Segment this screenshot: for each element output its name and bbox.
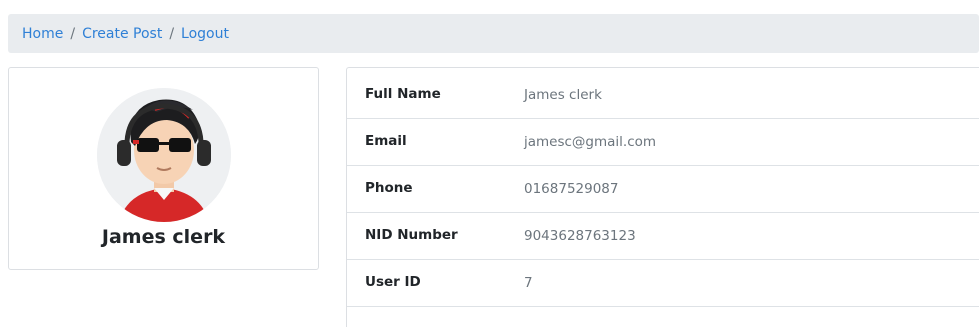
detail-row-user-id: User ID 7	[347, 256, 979, 303]
detail-value: jamesc@gmail.com	[524, 134, 657, 150]
avatar-icon	[97, 88, 231, 222]
detail-value: James clerk	[524, 87, 602, 103]
detail-value: 9043628763123	[524, 228, 636, 244]
profile-name: James clerk	[101, 226, 226, 248]
detail-value: 01687529087	[524, 181, 619, 197]
breadcrumb-home-link[interactable]: Home	[22, 26, 63, 42]
breadcrumb-logout-link[interactable]: Logout	[181, 26, 229, 42]
breadcrumb: Home / Create Post / Logout	[8, 14, 979, 53]
row-divider	[347, 306, 979, 307]
breadcrumb-separator: /	[169, 25, 175, 42]
detail-row-email: Email jamesc@gmail.com	[347, 115, 979, 162]
profile-card: James clerk	[8, 67, 319, 270]
user-details-table: Full Name James clerk Email jamesc@gmail…	[346, 67, 979, 327]
detail-label: NID Number	[365, 227, 458, 243]
avatar	[97, 88, 231, 222]
breadcrumb-create-post-link[interactable]: Create Post	[82, 26, 162, 42]
detail-row-nid-number: NID Number 9043628763123	[347, 209, 979, 256]
detail-label: Phone	[365, 180, 413, 196]
detail-row-full-name: Full Name James clerk	[347, 68, 979, 115]
detail-label: Email	[365, 133, 407, 149]
breadcrumb-separator: /	[70, 25, 76, 42]
detail-row-phone: Phone 01687529087	[347, 162, 979, 209]
detail-value: 7	[524, 275, 533, 291]
detail-label: Full Name	[365, 86, 441, 102]
detail-label: User ID	[365, 274, 421, 290]
